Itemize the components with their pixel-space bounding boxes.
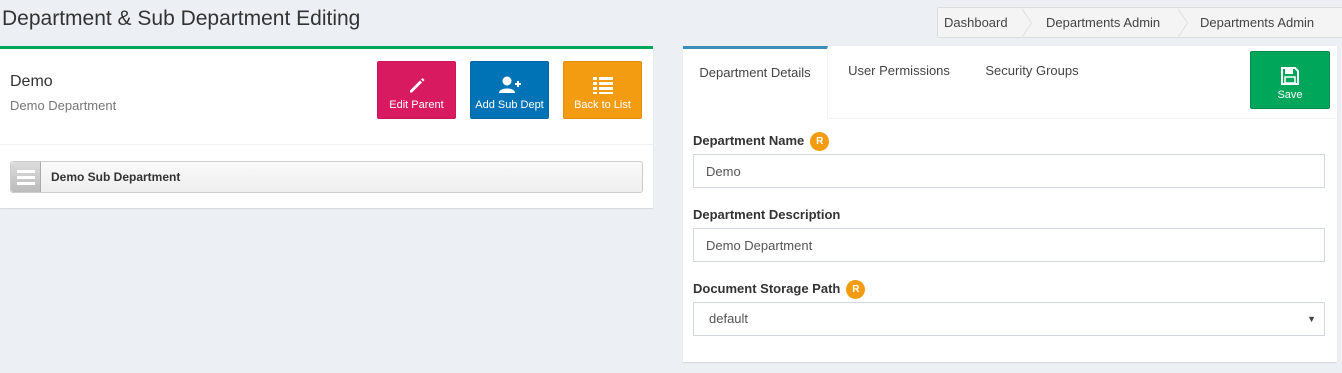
department-name-label: Department Name R [693,132,830,151]
department-description-label: Department Description [693,207,841,222]
add-sub-dept-button[interactable]: Add Sub Dept [470,61,549,119]
department-description: Demo Department [10,98,117,113]
tab-user-permissions[interactable]: User Permissions [833,46,965,96]
pencil-icon [409,78,424,93]
department-panel: Demo Demo Department Edit Parent Add Sub… [0,46,653,208]
list-icon [592,77,613,94]
department-details-panel: Department Details User Permissions Secu… [683,46,1337,362]
document-storage-path-label: Document Storage Path R [693,280,866,299]
user-plus-icon [498,76,521,93]
back-to-list-button[interactable]: Back to List [563,61,642,119]
save-label: Save [1277,89,1303,101]
document-storage-path-label-text: Document Storage Path [693,280,841,296]
sub-department-item[interactable]: Demo Sub Department [10,161,643,193]
document-storage-path-select[interactable]: default ▼ [693,302,1325,336]
caret-down-icon: ▼ [1307,314,1316,324]
document-storage-path-value: default [709,311,749,326]
department-description-input[interactable] [693,228,1325,262]
tab-bar: Department Details User Permissions Secu… [683,46,1337,119]
department-name-label-text: Department Name [693,132,805,148]
breadcrumb-current: Departments Admin [1178,8,1342,37]
save-button[interactable]: Save [1250,51,1330,109]
department-name-input[interactable] [693,154,1325,188]
breadcrumb: Dashboard Departments Admin Departments … [937,7,1342,38]
drag-handle-icon[interactable] [11,162,41,192]
breadcrumb-dashboard[interactable]: Dashboard [938,8,1032,38]
floppy-disk-icon [1281,67,1299,85]
add-sub-dept-label: Add Sub Dept [475,99,544,111]
breadcrumb-departments-admin[interactable]: Departments Admin [1022,8,1188,38]
edit-parent-label: Edit Parent [389,99,444,111]
required-badge: R [846,280,866,299]
department-name: Demo [10,73,53,90]
tab-security-groups[interactable]: Security Groups [973,46,1091,96]
divider [0,144,653,145]
sub-department-label: Demo Sub Department [51,170,181,184]
required-badge: R [810,132,830,151]
page-title: Department & Sub Department Editing [2,7,361,30]
edit-parent-button[interactable]: Edit Parent [377,61,456,119]
tab-department-details[interactable]: Department Details [683,46,828,119]
back-to-list-label: Back to List [574,99,631,111]
